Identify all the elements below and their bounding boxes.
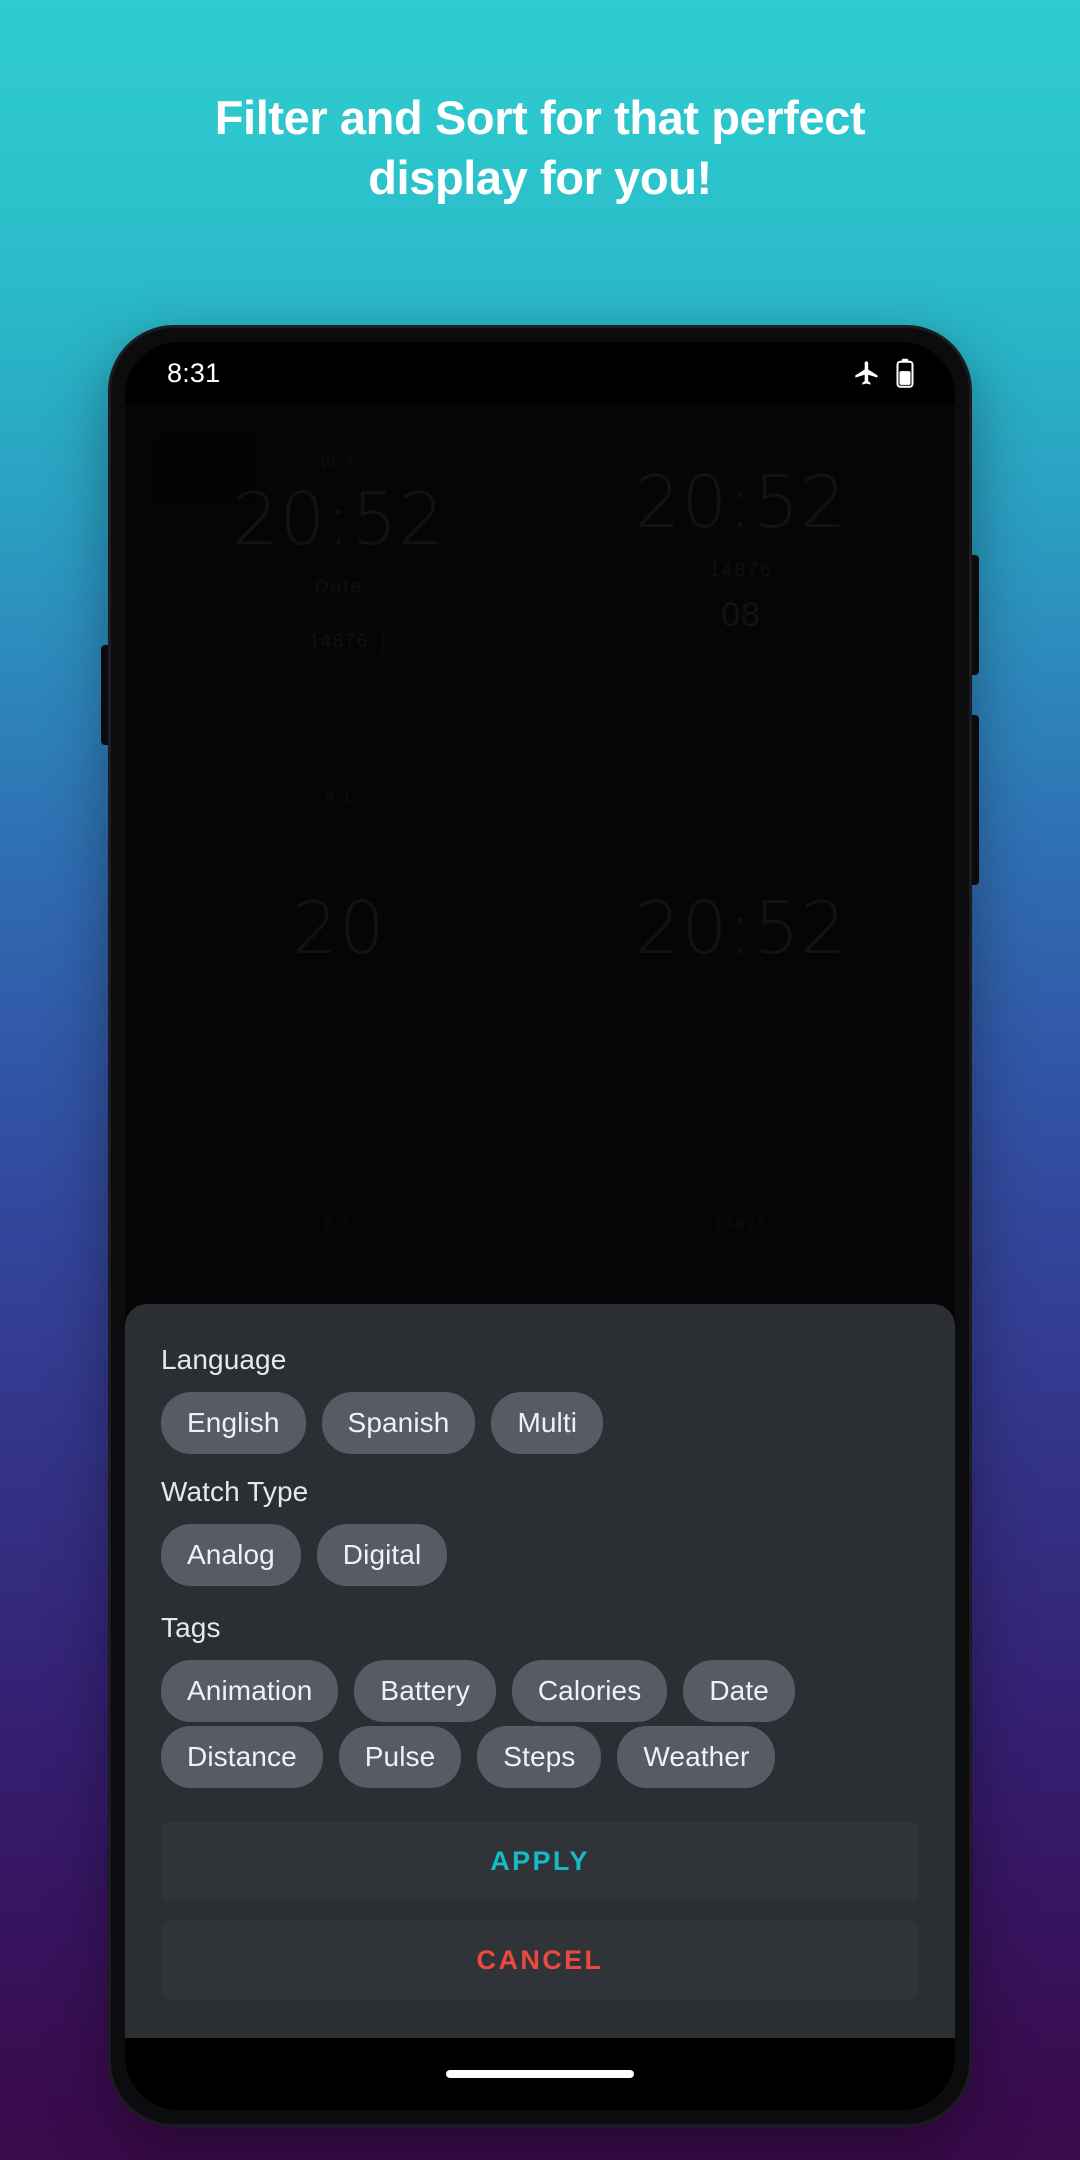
chip-language-english[interactable]: English: [161, 1392, 306, 1454]
airplane-mode-icon: [853, 359, 881, 387]
watchface-foot: 8 1: [325, 1216, 353, 1234]
headline-line-2: display for you!: [368, 151, 712, 205]
chip-tag-date[interactable]: Date: [683, 1660, 795, 1722]
phone-mockup: 8:31 20:52 14876 20:52 08 20 20:52 Langu…: [101, 325, 979, 2127]
status-bar: 8:31: [125, 342, 955, 404]
watchface-list[interactable]: W T 20:52 Date 14876 8 1 20:52 14876 08 …: [125, 404, 955, 2038]
chip-tag-steps[interactable]: Steps: [477, 1726, 602, 1788]
tags-chip-row-1: Animation Battery Calories Date: [161, 1660, 919, 1722]
watchface-card[interactable]: 20 8 1: [151, 854, 527, 1254]
watchface-top-row: W T: [321, 454, 357, 471]
chip-tag-weather[interactable]: Weather: [617, 1726, 776, 1788]
chip-tag-distance[interactable]: Distance: [161, 1726, 323, 1788]
cancel-button[interactable]: CANCEL: [161, 1921, 919, 2000]
watchface-sub: Date: [315, 577, 363, 599]
watchface-time: 20:52: [634, 460, 848, 544]
watchface-foot: 14876: [714, 1216, 769, 1234]
chip-language-spanish[interactable]: Spanish: [321, 1392, 476, 1454]
watchface-foot: 8 1: [325, 790, 353, 808]
chip-watchtype-analog[interactable]: Analog: [161, 1524, 301, 1586]
watchface-card[interactable]: 20:52 14876: [553, 854, 929, 1254]
language-section-label: Language: [161, 1344, 287, 1375]
tags-chip-row-2: Distance Pulse Steps Weather: [161, 1726, 919, 1788]
watchface-time: 20:52: [634, 886, 848, 970]
phone-screen: 8:31 20:52 14876 20:52 08 20 20:52 Langu…: [125, 342, 955, 2110]
phone-frame: 8:31 20:52 14876 20:52 08 20 20:52 Langu…: [108, 325, 972, 2127]
sheet-action-group: APPLY CANCEL: [161, 1822, 919, 2000]
tags-section-label: Tags: [161, 1612, 221, 1643]
watchface-time: 20: [292, 886, 386, 970]
gesture-nav-bar: [125, 2038, 955, 2110]
chip-language-multi[interactable]: Multi: [491, 1392, 604, 1454]
promo-headline: Filter and Sort for that perfect display…: [0, 88, 1080, 208]
watchface-sub: 14876: [710, 560, 773, 582]
headline-line-1: Filter and Sort for that perfect: [214, 91, 866, 144]
watchface-badge: 14876: [294, 625, 384, 658]
status-bar-icons: [853, 358, 915, 388]
gesture-home-pill[interactable]: [446, 2070, 634, 2078]
battery-icon: [895, 358, 915, 388]
watch-type-section-label: Watch Type: [161, 1476, 309, 1507]
chip-tag-calories[interactable]: Calories: [511, 1660, 668, 1722]
watch-type-chip-row: Analog Digital: [161, 1524, 919, 1586]
status-bar-clock: 8:31: [167, 357, 221, 388]
apply-button[interactable]: APPLY: [161, 1822, 919, 1901]
watchface-metric: 08: [721, 596, 761, 634]
watchface-card[interactable]: W T 20:52 Date 14876 8 1: [151, 428, 527, 828]
watchface-card[interactable]: 20:52 14876 08: [553, 428, 929, 828]
chip-watchtype-digital[interactable]: Digital: [316, 1524, 448, 1586]
chip-tag-pulse[interactable]: Pulse: [338, 1726, 462, 1788]
language-chip-row: English Spanish Multi: [161, 1392, 919, 1454]
chip-tag-animation[interactable]: Animation: [161, 1660, 339, 1722]
filter-bottom-sheet: Language English Spanish Multi Watch Typ…: [125, 1304, 955, 2038]
chip-tag-battery[interactable]: Battery: [354, 1660, 496, 1722]
watchface-time: 20:52: [232, 477, 446, 561]
